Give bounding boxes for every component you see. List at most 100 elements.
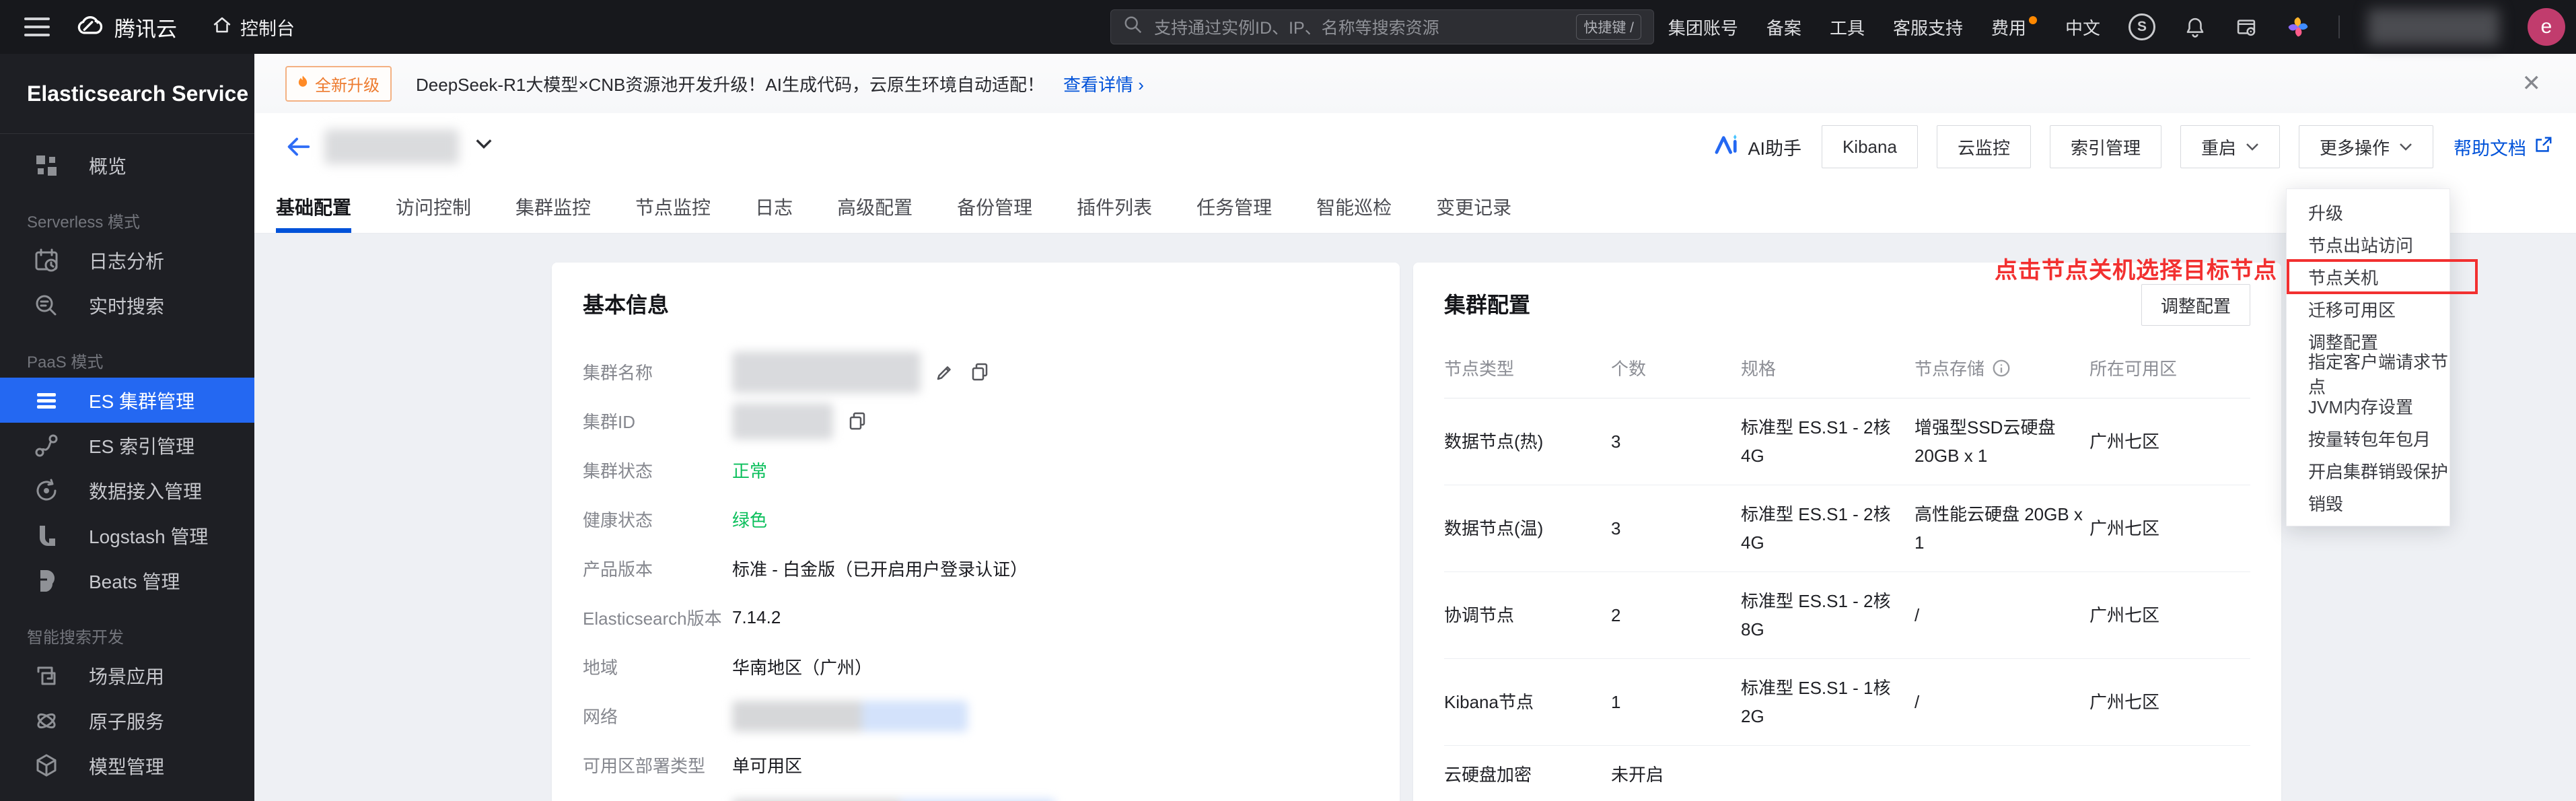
cell-spec: 标准型 ES.S1 - 1核 2G (1741, 674, 1909, 730)
more-actions-menu: 升级节点出站访问节点关机迁移可用区调整配置指定客户端请求节点JVM内存设置按量转… (2286, 188, 2450, 526)
menu-item-upgrade[interactable]: 升级 (2287, 196, 2449, 228)
menu-item-payg-to-monthly[interactable]: 按量转包年包月 (2287, 422, 2449, 454)
menu-item-specify-client-request-node[interactable]: 指定客户端请求节点 (2287, 357, 2449, 390)
tab-change-log[interactable]: 变更记录 (1436, 180, 1511, 233)
topbar-link-label: 集团账号 (1668, 15, 1738, 40)
tab-advanced-config[interactable]: 高级配置 (837, 180, 913, 233)
cluster-config-card: 集群配置 调整配置 节点类型个数规格节点存储所在可用区数据节点(热)3标准型 E… (1413, 263, 2281, 801)
tencent-cloud-logo[interactable]: 腾讯云 (75, 9, 177, 44)
topbar-link-label: 费用 (1991, 15, 2026, 40)
model-manage-icon (32, 752, 61, 780)
tab-cluster-monitor[interactable]: 集群监控 (515, 180, 591, 233)
copy-icon[interactable] (847, 411, 868, 432)
info-circle-icon[interactable] (1991, 358, 2011, 378)
cell-node-storage: 高性能云硬盘 20GB x 1 (1915, 500, 2084, 557)
info-label: 集群状态 (583, 458, 732, 483)
menu-item-enable-destroy-protection[interactable]: 开启集群销毁保护 (2287, 454, 2449, 487)
topbar-link-icp-filing[interactable]: 备案 (1766, 15, 1801, 40)
topbar-link-billing[interactable]: 费用 (1991, 15, 2037, 40)
sidebar-item-realtime-search[interactable]: 实时搜索 (0, 283, 254, 328)
back-arrow-icon[interactable] (284, 133, 312, 164)
tab-plugin-list[interactable]: 插件列表 (1077, 180, 1152, 233)
copy-icon[interactable] (969, 361, 991, 383)
logstash-icon (32, 522, 61, 550)
sidebar-section-label: 智能搜索开发 (0, 603, 254, 653)
chevron-down-icon[interactable] (475, 139, 493, 153)
overview-grid-icon (32, 151, 61, 180)
console-link[interactable]: 控制台 (212, 14, 295, 40)
info-value: 标准 - 白金版（已开启用户登录认证） (732, 556, 1028, 581)
sidebar-item-logstash-manage[interactable]: Logstash 管理 (0, 513, 254, 558)
sidebar-section-label: PaaS 模式 (0, 328, 254, 378)
cell-node-type: 数据节点(温) (1444, 514, 1606, 543)
sidebar-item-beats-manage[interactable]: Beats 管理 (0, 558, 254, 603)
sidebar-item-es-index-manage[interactable]: ES 索引管理 (0, 423, 254, 468)
beats-icon (32, 567, 61, 595)
cell-node-storage: 增强型SSD云硬盘 20GB x 1 (1915, 413, 2084, 470)
tab-node-monitor[interactable]: 节点监控 (635, 180, 711, 233)
pinwheel-icon[interactable] (2286, 15, 2310, 39)
sidebar-item-model-manage[interactable]: 模型管理 (0, 743, 254, 788)
topbar-link-language[interactable]: 中文 (2065, 15, 2100, 40)
atomic-service-icon (32, 707, 61, 735)
flame-icon (297, 74, 308, 93)
tab-access-control[interactable]: 访问控制 (396, 180, 471, 233)
adjust-config-button[interactable]: 调整配置 (2141, 284, 2250, 326)
support-circle-icon[interactable]: S (2128, 13, 2155, 40)
menu-item-destroy[interactable]: 销毁 (2287, 487, 2449, 519)
cell-count: 未开启 (1611, 761, 1736, 789)
info-label: 可用区部署类型 (583, 753, 732, 777)
cluster-config-title: 集群配置 (1444, 288, 1530, 319)
info-value: 7.14.2 (732, 607, 781, 628)
cell-count: 2 (1611, 601, 1736, 629)
global-search-input[interactable]: 支持通过实例ID、IP、名称等搜索资源 快捷键 / (1110, 9, 1654, 44)
info-label: 地域 (583, 654, 732, 679)
menu-item-migrate-az[interactable]: 迁移可用区 (2287, 293, 2449, 325)
cell-spec: 标准型 ES.S1 - 2核 4G (1741, 413, 1909, 470)
menu-item-jvm-memory-settings[interactable]: JVM内存设置 (2287, 390, 2449, 422)
sidebar-item-data-ingest-manage[interactable]: 数据接入管理 (0, 468, 254, 513)
tab-logs[interactable]: 日志 (755, 180, 793, 233)
cluster-config-table: 节点类型个数规格节点存储所在可用区数据节点(热)3标准型 ES.S1 - 2核 … (1444, 355, 2250, 801)
page-header: AI助手 Kibana 云监控索引管理重启更多操作 帮助文档 (254, 113, 2576, 180)
topbar-link-group-account[interactable]: 集团账号 (1668, 15, 1738, 40)
topbar-link-customer-support[interactable]: 客服支持 (1893, 15, 1963, 40)
topbar-link-label: 备案 (1766, 15, 1801, 40)
bell-icon[interactable] (2184, 15, 2207, 38)
console-panel-icon[interactable] (2235, 15, 2258, 38)
sidebar-item-es-cluster-manage[interactable]: ES 集群管理 (0, 378, 254, 423)
tab-basic-config[interactable]: 基础配置 (276, 180, 351, 233)
cell-spec: 标准型 ES.S1 - 2核 4G (1741, 500, 1909, 557)
sidebar-item-scene-app[interactable]: 场景应用 (0, 653, 254, 698)
header-button-index-manage[interactable]: 索引管理 (2050, 125, 2161, 168)
tab-smart-inspection[interactable]: 智能巡检 (1316, 180, 1392, 233)
help-doc-link[interactable]: 帮助文档 (2454, 134, 2553, 160)
hamburger-menu-icon[interactable] (24, 18, 50, 36)
tab-backup-manage[interactable]: 备份管理 (957, 180, 1032, 233)
chevron-down-icon (2399, 143, 2412, 151)
info-label: Elasticsearch版本 (583, 605, 732, 630)
topbar-link-tools[interactable]: 工具 (1830, 15, 1865, 40)
header-button-kibana[interactable]: Kibana (1822, 125, 1918, 168)
edit-icon[interactable] (934, 361, 956, 383)
close-icon[interactable]: ✕ (2522, 70, 2542, 97)
cell-count: 3 (1611, 514, 1736, 543)
header-button-more-actions[interactable]: 更多操作 (2299, 125, 2433, 168)
sidebar-item-log-analysis[interactable]: 日志分析 (0, 238, 254, 283)
sidebar-item-atomic-service[interactable]: 原子服务 (0, 698, 254, 743)
tab-task-manage[interactable]: 任务管理 (1196, 180, 1272, 233)
info-value: 华南地区（广州） (732, 654, 872, 679)
banner-detail-link[interactable]: 查看详情 › (1063, 71, 1144, 96)
avatar[interactable]: e (2528, 8, 2565, 46)
ai-assistant-button[interactable]: AI助手 (1714, 133, 1801, 161)
header-button-cloud-monitor[interactable]: 云监控 (1937, 125, 2031, 168)
header-button-restart[interactable]: 重启 (2180, 125, 2280, 168)
topbar: 腾讯云 控制台 支持通过实例ID、IP、名称等搜索资源 快捷键 / 集团账号 备案… (0, 0, 2576, 54)
info-row-network: 网络 (583, 691, 1369, 740)
menu-item-node-outbound-access[interactable]: 节点出站访问 (2287, 228, 2449, 260)
sidebar-item-label: 实时搜索 (89, 292, 164, 319)
menu-item-node-shutdown[interactable]: 节点关机 (2287, 260, 2449, 293)
sidebar-item-label: 模型管理 (89, 753, 164, 779)
sidebar-item-overview[interactable]: 概览 (0, 143, 254, 188)
external-link-icon (2533, 135, 2553, 160)
